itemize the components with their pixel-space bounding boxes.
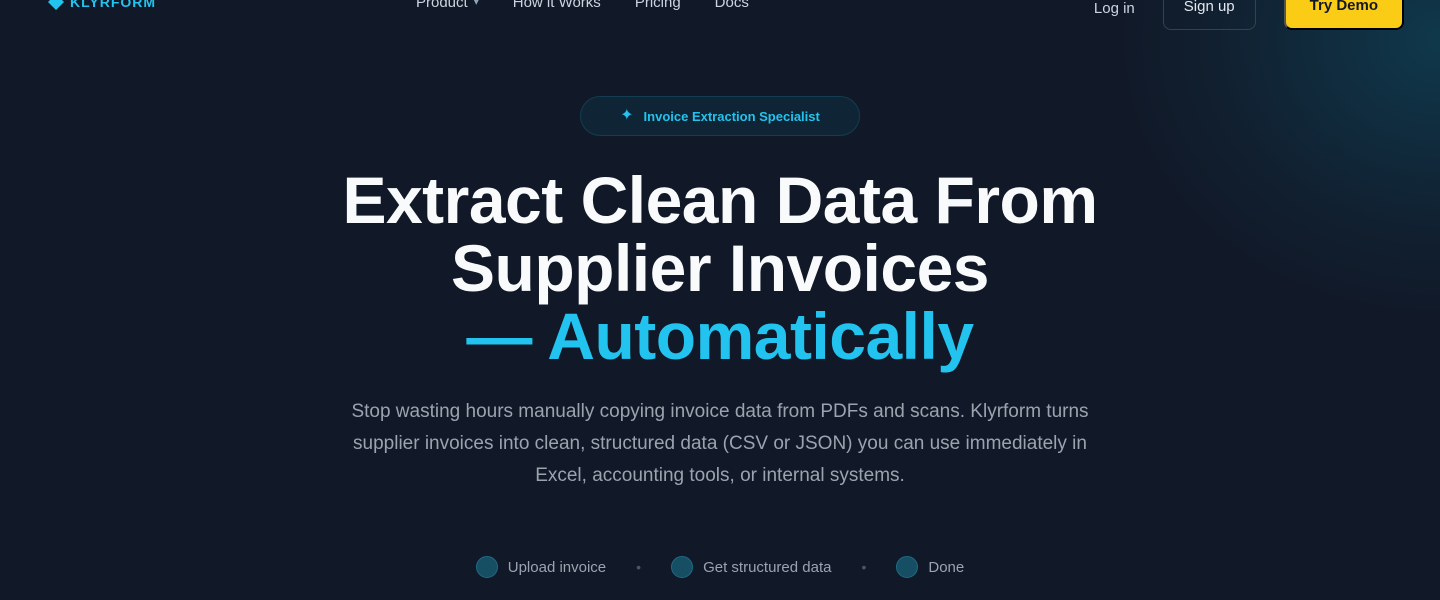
step-done: Done [896,556,964,578]
nav-links: Product ▾ How it Works Pricing Docs [416,0,749,11]
step-upload: Upload invoice [475,556,607,578]
logo-text: KLYRFORM [70,0,157,10]
step-label: Get structured data [703,558,832,576]
step-separator: • [861,559,867,575]
upload-icon [475,556,498,578]
hero-title-accent: — Automatically [466,299,974,373]
hero-title: Extract Clean Data From Supplier Invoice… [0,166,1440,370]
data-icon [671,556,694,578]
nav-item-label: Product [416,0,468,11]
step-structure: Get structured data [671,556,831,578]
hero-badge-label: Invoice Extraction Specialist [643,108,820,124]
nav-item-product[interactable]: Product ▾ [416,0,479,11]
logo[interactable]: KLYRFORM [48,0,156,10]
signup-button[interactable]: Sign up [1162,0,1256,30]
hero-badge: ✦ Invoice Extraction Specialist [580,96,860,136]
nav-item-how-it-works[interactable]: How it Works [513,0,601,11]
top-nav: KLYRFORM Product ▾ How it Works Pricing … [0,0,1440,30]
hero-title-line1: Extract Clean Data From [342,163,1098,237]
sparkle-icon: ✦ [620,107,634,124]
nav-item-pricing[interactable]: Pricing [635,0,681,11]
landing-page: KLYRFORM Product ▾ How it Works Pricing … [0,0,1440,600]
nav-item-docs[interactable]: Docs [715,0,749,11]
step-label: Done [928,558,965,576]
logo-icon [48,0,64,10]
step-label: Upload invoice [507,558,607,576]
hero-steps: Upload invoice • Get structured data • D… [0,556,1440,578]
login-link[interactable]: Log in [1094,0,1135,17]
try-demo-button[interactable]: Try Demo [1283,0,1404,30]
check-icon [896,556,919,578]
hero-title-line2: Supplier Invoices [451,231,990,305]
hero-subtitle: Stop wasting hours manually copying invo… [351,401,1089,486]
step-separator: • [636,559,642,575]
nav-actions: Log in Sign up Try Demo [1094,0,1404,30]
chevron-down-icon: ▾ [473,0,479,8]
